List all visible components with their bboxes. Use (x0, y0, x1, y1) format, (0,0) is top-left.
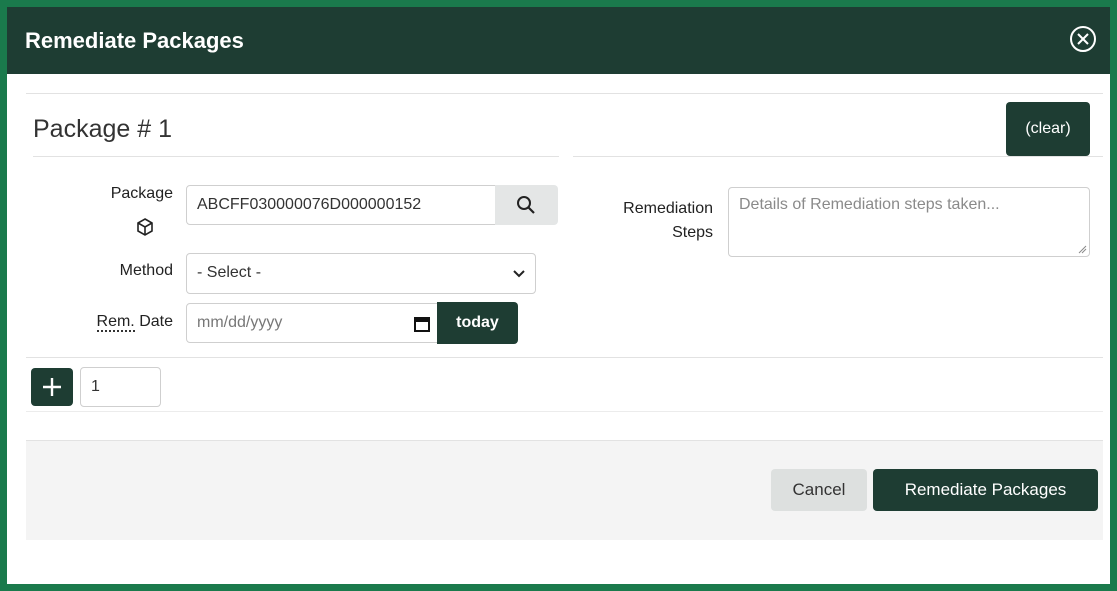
plus-icon (43, 378, 61, 396)
remediate-packages-button[interactable]: Remediate Packages (873, 469, 1098, 511)
date-placeholder: mm/dd/yyyy (197, 314, 283, 331)
today-button[interactable]: today (437, 302, 518, 344)
clear-button[interactable]: (clear) (1006, 102, 1090, 156)
rem-abbr: Rem. (96, 313, 135, 332)
dialog-header: Remediate Packages (7, 7, 1110, 74)
search-button[interactable] (495, 185, 558, 225)
divider (26, 357, 1103, 358)
calendar-icon[interactable] (413, 315, 431, 333)
package-cube-icon (137, 218, 153, 236)
close-circle-icon (1070, 26, 1096, 52)
divider (26, 411, 1103, 412)
dialog-title: Remediate Packages (25, 28, 244, 53)
remediation-steps-textarea[interactable]: Details of Remediation steps taken... (728, 187, 1090, 257)
divider (26, 93, 1103, 94)
search-icon (517, 196, 535, 214)
chevron-down-icon (513, 270, 525, 278)
method-selected-value: - Select - (197, 264, 262, 281)
cancel-button[interactable]: Cancel (771, 469, 867, 511)
remediate-dialog: Remediate Packages Package # 1 (clear) P… (0, 0, 1117, 591)
method-select[interactable]: - Select - (186, 253, 536, 294)
package-heading: Package # 1 (33, 115, 172, 143)
rem-date-input[interactable]: mm/dd/yyyy (186, 303, 438, 343)
package-input[interactable]: ABCFF030000076D000000152 (186, 185, 496, 225)
steps-placeholder: Details of Remediation steps taken... (739, 196, 1000, 213)
rem-date-label: Rem. Date (96, 313, 173, 332)
divider (33, 156, 559, 157)
package-count-input[interactable]: 1 (80, 367, 161, 407)
divider (26, 440, 1103, 441)
method-label: Method (119, 262, 173, 279)
close-button[interactable] (1068, 24, 1098, 54)
resize-grip-icon[interactable] (1077, 244, 1087, 254)
remediation-steps-label: Remediation Steps (623, 200, 713, 241)
divider (573, 156, 1103, 157)
package-label: Package (110, 185, 173, 202)
add-package-button[interactable] (31, 368, 73, 406)
